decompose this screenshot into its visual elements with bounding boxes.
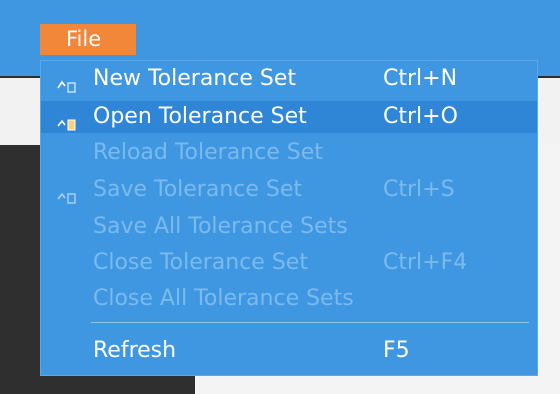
menu-item-close-tolerance-set[interactable]: Close Tolerance Set Ctrl+F4: [41, 247, 537, 279]
save-doc-icon: [57, 183, 77, 204]
new-doc-icon: [57, 72, 77, 93]
menu-item-save-tolerance-set[interactable]: Save Tolerance Set Ctrl+S: [41, 174, 537, 206]
menu-item-open-tolerance-set[interactable]: Open Tolerance Set Ctrl+O: [41, 101, 537, 133]
file-menu-button[interactable]: File: [40, 24, 136, 55]
menu-item-label: Refresh: [93, 338, 177, 363]
menu-item-label: New Tolerance Set: [93, 66, 297, 91]
menu-item-shortcut: Ctrl+F4: [383, 250, 468, 275]
menu-item-shortcut: Ctrl+N: [383, 66, 458, 91]
menu-item-shortcut: F5: [383, 338, 410, 363]
open-doc-icon: [57, 110, 77, 131]
menu-item-label: Open Tolerance Set: [93, 104, 307, 129]
menu-item-label: Save All Tolerance Sets: [93, 214, 348, 239]
menu-separator: [91, 322, 529, 323]
menu-item-reload-tolerance-set[interactable]: Reload Tolerance Set: [41, 137, 537, 169]
menu-item-shortcut: Ctrl+S: [383, 177, 455, 202]
menu-item-save-all-tolerance-sets[interactable]: Save All Tolerance Sets: [41, 211, 537, 243]
menu-item-close-all-tolerance-sets[interactable]: Close All Tolerance Sets: [41, 283, 537, 315]
menu-item-label: Close Tolerance Set: [93, 250, 308, 275]
menu-item-label: Reload Tolerance Set: [93, 140, 323, 165]
menu-item-shortcut: Ctrl+O: [383, 104, 458, 129]
file-dropdown-menu: New Tolerance Set Ctrl+N Open Tolerance …: [40, 60, 538, 376]
menu-item-label: Save Tolerance Set: [93, 177, 303, 202]
menu-item-refresh[interactable]: Refresh F5: [41, 335, 537, 367]
menu-item-label: Close All Tolerance Sets: [93, 286, 354, 311]
menu-item-new-tolerance-set[interactable]: New Tolerance Set Ctrl+N: [41, 63, 537, 95]
